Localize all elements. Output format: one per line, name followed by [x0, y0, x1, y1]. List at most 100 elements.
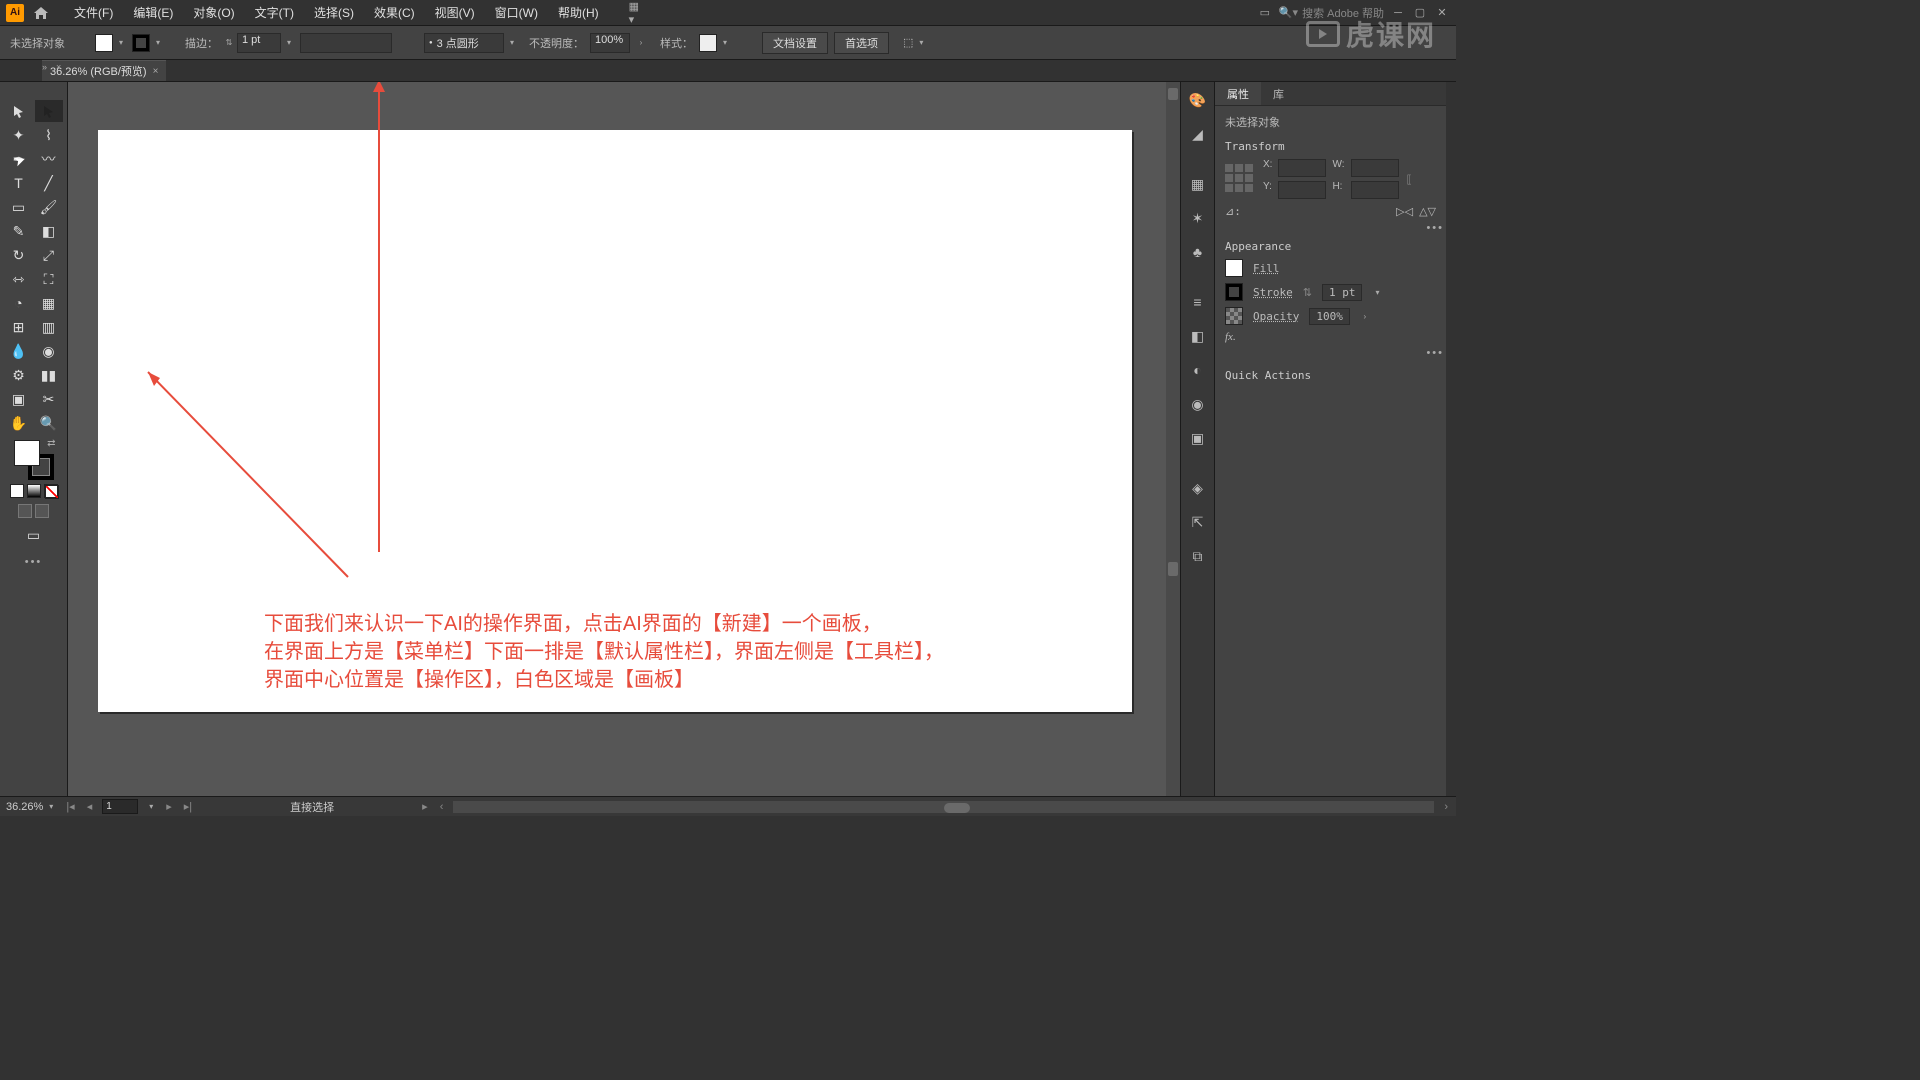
fill-stroke-control[interactable]: ⇄ — [14, 440, 54, 480]
edit-toolbar-icon[interactable]: ••• — [25, 556, 43, 568]
chevron-down-icon[interactable]: ▾ — [146, 802, 156, 812]
draw-behind-icon[interactable] — [35, 504, 49, 518]
brush-definition[interactable]: ● 3 点圆形 ▾ — [424, 33, 517, 53]
stroke-weight-value[interactable]: 1 pt — [237, 33, 281, 53]
stroke-swatch-picker[interactable]: ▾ — [132, 34, 163, 52]
stroke-swatch-icon[interactable] — [1225, 283, 1243, 301]
fill-swatch-icon[interactable] — [1225, 259, 1243, 277]
asset-export-panel-icon[interactable]: ⇱ — [1188, 512, 1208, 532]
tab-properties[interactable]: 属性 — [1215, 82, 1261, 105]
menu-view[interactable]: 视图(V) — [425, 0, 485, 26]
screen-mode-icon[interactable]: ▭ — [1257, 5, 1273, 21]
window-maximize-icon[interactable]: ▢ — [1412, 5, 1428, 21]
status-flyout-icon[interactable]: ▸ — [420, 800, 430, 813]
window-close-icon[interactable]: ✕ — [1434, 5, 1450, 21]
prev-artboard-button[interactable]: ◂ — [85, 800, 95, 813]
flip-h-icon[interactable]: ▷◁ — [1396, 205, 1413, 218]
menu-type[interactable]: 文字(T) — [245, 0, 304, 26]
canvas-area[interactable]: 下面我们来认识一下AI的操作界面，点击AI界面的【新建】一个画板， 在界面上方是… — [68, 82, 1180, 796]
tab-libraries[interactable]: 库 — [1261, 82, 1296, 105]
eraser-tool[interactable]: ◧ — [35, 220, 63, 242]
shape-builder-tool[interactable]: ◔ — [5, 292, 33, 314]
next-artboard-button[interactable]: ▸ — [164, 800, 174, 813]
type-tool[interactable]: T — [5, 172, 33, 194]
line-tool[interactable]: ╱ — [35, 172, 63, 194]
opacity-flyout-icon[interactable]: › — [1360, 311, 1370, 321]
zoom-level-picker[interactable]: 36.26% ▾ — [6, 801, 56, 813]
eyedropper-tool[interactable]: 💧 — [5, 340, 33, 362]
scroll-left-icon[interactable]: ‹ — [438, 801, 446, 813]
tab-overflow-icon[interactable]: » — [42, 62, 47, 72]
screen-mode-tool[interactable]: ▭ — [20, 524, 48, 546]
x-field[interactable] — [1278, 159, 1326, 177]
fill-swatch-picker[interactable]: ▾ — [95, 34, 126, 52]
first-artboard-button[interactable]: |◂ — [64, 800, 76, 813]
curvature-tool[interactable]: 〰 — [35, 148, 63, 170]
horizontal-scrollbar[interactable] — [453, 801, 1434, 813]
align-to-picker[interactable]: ⬚ ▾ — [903, 36, 926, 49]
menu-object[interactable]: 对象(O) — [183, 0, 244, 26]
artboard-number-input[interactable] — [102, 799, 138, 814]
chevron-down-icon[interactable]: ▾ — [1372, 287, 1382, 297]
scroll-right-icon[interactable]: › — [1442, 801, 1450, 813]
opacity-flyout-icon[interactable]: › — [636, 38, 646, 48]
graphic-styles-panel-icon[interactable]: ▣ — [1188, 428, 1208, 448]
menu-effect[interactable]: 效果(C) — [364, 0, 425, 26]
none-mode-icon[interactable] — [44, 484, 58, 498]
fill-label[interactable]: Fill — [1253, 262, 1280, 275]
home-icon[interactable] — [32, 4, 50, 22]
menu-file[interactable]: 文件(F) — [64, 0, 123, 26]
gradient-tool[interactable]: ▥ — [35, 316, 63, 338]
scale-tool[interactable]: ⤢ — [35, 244, 63, 266]
lasso-tool[interactable]: ⌇ — [35, 124, 63, 146]
menu-help[interactable]: 帮助(H) — [548, 0, 609, 26]
magic-wand-tool[interactable]: ✦ — [5, 124, 33, 146]
opacity-value[interactable]: 100% — [590, 33, 630, 53]
stroke-panel-icon[interactable]: ≡ — [1188, 292, 1208, 312]
vertical-scrollbar[interactable] — [1166, 82, 1180, 796]
color-mode-icon[interactable] — [10, 484, 24, 498]
brushes-panel-icon[interactable]: ✶ — [1188, 208, 1208, 228]
artboard-tool[interactable]: ▣ — [5, 388, 33, 410]
last-artboard-button[interactable]: ▸| — [182, 800, 194, 813]
shaper-tool[interactable]: ✎ — [5, 220, 33, 242]
swap-fill-stroke-icon[interactable]: ⇄ — [47, 438, 55, 449]
layers-panel-icon[interactable]: ◈ — [1188, 478, 1208, 498]
help-search[interactable]: 🔍▾ 搜索 Adobe 帮助 — [1279, 5, 1384, 21]
fx-button[interactable]: fx. — [1225, 331, 1436, 343]
more-options-icon[interactable]: ••• — [1426, 347, 1444, 359]
paintbrush-tool[interactable]: 🖌 — [35, 196, 63, 218]
appearance-panel-icon[interactable]: ◉ — [1188, 394, 1208, 414]
variable-width-profile[interactable] — [300, 33, 392, 53]
symbol-sprayer-tool[interactable]: ⚙ — [5, 364, 33, 386]
gradient-mode-icon[interactable] — [27, 484, 41, 498]
arrange-docs-icon[interactable]: ▦ ▾ — [629, 5, 645, 21]
draw-normal-icon[interactable] — [18, 504, 32, 518]
slice-tool[interactable]: ✂ — [35, 388, 63, 410]
preferences-button[interactable]: 首选项 — [834, 32, 889, 54]
more-options-icon[interactable]: ••• — [1426, 222, 1444, 234]
zoom-tool[interactable]: 🔍 — [35, 412, 63, 434]
selection-tool[interactable] — [5, 100, 33, 122]
color-guide-panel-icon[interactable]: ◢ — [1188, 124, 1208, 144]
flip-v-icon[interactable]: △▽ — [1419, 205, 1436, 218]
direct-selection-tool[interactable] — [35, 100, 63, 122]
menu-select[interactable]: 选择(S) — [304, 0, 364, 26]
close-icon[interactable]: × — [153, 66, 159, 77]
opacity-label[interactable]: Opacity — [1253, 310, 1299, 323]
rotate-tool[interactable]: ↻ — [5, 244, 33, 266]
opacity-value[interactable]: 100% — [1309, 308, 1350, 325]
column-graph-tool[interactable]: ▮▮ — [35, 364, 63, 386]
stroke-weight-stepper[interactable]: ⇅ 1 pt ▾ — [224, 33, 294, 53]
link-wh-icon[interactable]: ⟦ — [1407, 173, 1412, 186]
window-minimize-icon[interactable]: ─ — [1390, 5, 1406, 21]
blend-tool[interactable]: ◉ — [35, 340, 63, 362]
transparency-panel-icon[interactable]: ◐ — [1188, 360, 1208, 380]
free-transform-tool[interactable]: ⛶ — [35, 268, 63, 290]
artboards-panel-icon[interactable]: ⧉ — [1188, 546, 1208, 566]
w-field[interactable] — [1351, 159, 1399, 177]
rectangle-tool[interactable]: ▭ — [5, 196, 33, 218]
h-field[interactable] — [1351, 181, 1399, 199]
width-tool[interactable]: ⇿ — [5, 268, 33, 290]
hand-tool[interactable]: ✋ — [5, 412, 33, 434]
